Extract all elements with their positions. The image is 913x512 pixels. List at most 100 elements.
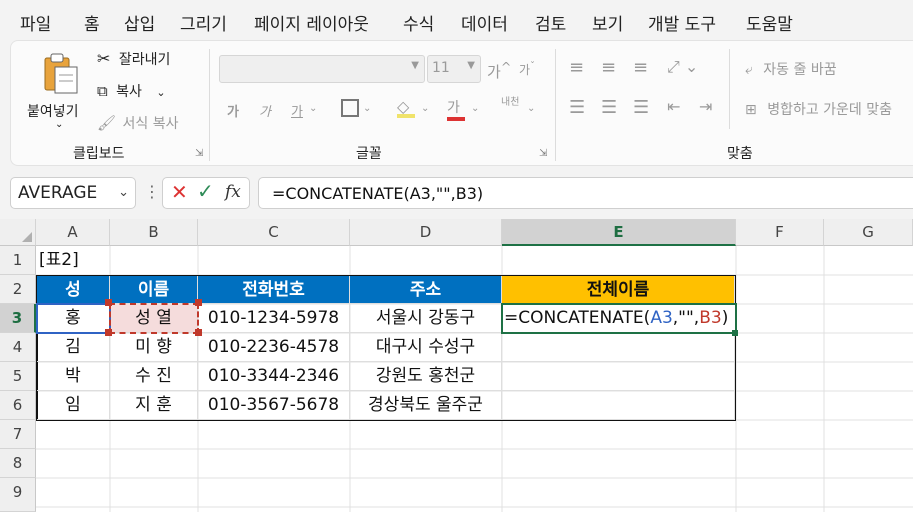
menu-help[interactable]: 도움말 xyxy=(746,10,793,35)
column-header-d[interactable]: D xyxy=(350,219,502,246)
cell-e5[interactable] xyxy=(502,362,735,391)
paste-button[interactable]: 붙여넣기 ⌄ xyxy=(25,49,93,133)
row-header-8[interactable]: 8 xyxy=(0,449,36,478)
font-launcher-icon[interactable]: ⇲ xyxy=(539,148,547,159)
name-box[interactable]: AVERAGE ⌄ xyxy=(10,177,136,209)
enter-check-icon[interactable]: ✓ xyxy=(197,179,214,203)
insert-function-icon[interactable]: fx xyxy=(225,182,241,202)
cell-b4[interactable]: 미 향 xyxy=(110,333,198,362)
wrap-text-button[interactable]: ⤶ 자동 줄 바꿈 xyxy=(745,59,837,79)
cell-d6[interactable]: 경상북도 울주군 xyxy=(350,391,502,420)
row-header-3[interactable]: 3 xyxy=(0,304,36,333)
header-cell-a2[interactable]: 성 xyxy=(37,276,110,304)
underline-button[interactable]: 가 xyxy=(291,101,303,120)
header-cell-b2[interactable]: 이름 xyxy=(110,276,198,304)
align-left-icon[interactable]: ☰ xyxy=(569,97,585,118)
active-cell-e3[interactable]: =CONCATENATE(A3,"",B3) xyxy=(501,303,737,334)
merge-center-button[interactable]: ⊞ 병합하고 가운데 맞춤 xyxy=(745,99,892,119)
column-header-b[interactable]: B xyxy=(110,219,198,246)
decrease-indent-icon[interactable]: ⇤ xyxy=(667,97,680,116)
font-color-dropdown-icon[interactable]: ⌄ xyxy=(471,103,479,114)
column-header-g[interactable]: G xyxy=(824,219,913,246)
copy-dropdown-icon[interactable]: ⌄ xyxy=(156,86,165,99)
font-name-combo[interactable]: ▼ xyxy=(219,55,425,83)
font-color-button[interactable]: 가 xyxy=(447,97,465,121)
menu-home[interactable]: 홈 xyxy=(82,10,102,43)
chevron-down-icon[interactable]: ⌄ xyxy=(118,185,129,200)
resize-handle[interactable] xyxy=(195,329,202,336)
fill-color-dropdown-icon[interactable]: ⌄ xyxy=(421,103,429,114)
cell-d5[interactable]: 강원도 홍천군 xyxy=(350,362,502,391)
menu-data[interactable]: 데이터 xyxy=(461,10,508,35)
orientation-icon[interactable]: ⤢ ⌄ xyxy=(667,57,698,77)
cell-b6[interactable]: 지 훈 xyxy=(110,391,198,420)
menu-view[interactable]: 보기 xyxy=(592,10,623,35)
cell-c5[interactable]: 010-3344-2346 xyxy=(198,362,350,391)
resize-handle[interactable] xyxy=(105,299,112,306)
align-top-icon[interactable]: ≡ xyxy=(569,57,584,78)
align-middle-icon[interactable]: ≡ xyxy=(601,57,616,78)
format-painter-button[interactable]: 🖌 서식 복사 xyxy=(97,113,178,133)
header-cell-e2[interactable]: 전체이름 xyxy=(502,276,735,304)
cell-a1[interactable]: [표2] xyxy=(36,246,110,275)
column-header-a[interactable]: A xyxy=(36,219,110,246)
borders-icon[interactable] xyxy=(341,99,359,117)
paste-dropdown-icon[interactable]: ⌄ xyxy=(55,119,63,130)
column-header-c[interactable]: C xyxy=(198,219,350,246)
bold-button[interactable]: 가 xyxy=(227,101,239,120)
menu-page-layout[interactable]: 페이지 레이아웃 xyxy=(254,10,369,35)
cell-a5[interactable]: 박 xyxy=(37,362,110,391)
more-options-icon[interactable]: ⋮ xyxy=(144,182,160,201)
phonetic-button[interactable]: 내천 xyxy=(501,97,521,108)
menu-insert[interactable]: 삽입 xyxy=(124,10,155,35)
cut-button[interactable]: ✂ 잘라내기 xyxy=(97,49,170,69)
row-header-7[interactable]: 7 xyxy=(0,420,36,449)
formula-input[interactable]: =CONCATENATE(A3,"",B3) xyxy=(258,177,913,209)
cell-a4[interactable]: 김 xyxy=(37,333,110,362)
cancel-icon[interactable]: ✕ xyxy=(171,180,188,204)
row-header-1[interactable]: 1 xyxy=(0,246,36,275)
cell-b5[interactable]: 수 진 xyxy=(110,362,198,391)
cell-c6[interactable]: 010-3567-5678 xyxy=(198,391,350,420)
cell-c3[interactable]: 010-1234-5978 xyxy=(198,304,350,333)
cell-e6[interactable] xyxy=(502,391,735,420)
cell-a6[interactable]: 임 xyxy=(37,391,110,420)
column-header-f[interactable]: F xyxy=(736,219,824,246)
column-header-e[interactable]: E xyxy=(502,219,736,246)
increase-indent-icon[interactable]: ⇥ xyxy=(699,97,712,116)
row-header-5[interactable]: 5 xyxy=(0,362,36,391)
worksheet-grid[interactable]: A B C D E F G 1 2 3 4 5 6 7 8 9 [표2] 성 이… xyxy=(0,219,913,512)
row-header-2[interactable]: 2 xyxy=(0,275,36,304)
fill-color-icon[interactable]: ◇ xyxy=(397,97,415,118)
underline-dropdown-icon[interactable]: ⌄ xyxy=(309,103,317,114)
copy-button[interactable]: ⧉ 복사 ⌄ xyxy=(97,81,166,101)
menu-draw[interactable]: 그리기 xyxy=(180,10,227,35)
clipboard-launcher-icon[interactable]: ⇲ xyxy=(195,148,203,159)
menu-formulas[interactable]: 수식 xyxy=(403,10,434,35)
header-cell-c2[interactable]: 전화번호 xyxy=(198,276,350,304)
cell-c4[interactable]: 010-2236-4578 xyxy=(198,333,350,362)
font-size-combo[interactable]: 11 ▼ xyxy=(427,55,481,83)
resize-handle[interactable] xyxy=(105,329,112,336)
menu-review[interactable]: 검토 xyxy=(535,10,566,35)
fill-handle[interactable] xyxy=(732,330,738,336)
shrink-font-button[interactable]: 가ˇ xyxy=(519,61,535,78)
reference-highlight-b3[interactable] xyxy=(109,303,199,334)
cell-d4[interactable]: 대구시 수성구 xyxy=(350,333,502,362)
menu-file[interactable]: 파일 xyxy=(20,10,51,35)
cell-e4[interactable] xyxy=(502,333,735,362)
italic-button[interactable]: 가 xyxy=(259,101,271,120)
align-center-icon[interactable]: ☰ xyxy=(601,97,617,118)
align-bottom-icon[interactable]: ≡ xyxy=(633,57,648,78)
align-right-icon[interactable]: ☰ xyxy=(633,97,649,118)
row-header-6[interactable]: 6 xyxy=(0,391,36,420)
phonetic-dropdown-icon[interactable]: ⌄ xyxy=(527,103,535,114)
select-all-corner[interactable] xyxy=(0,219,36,246)
cell-d3[interactable]: 서울시 강동구 xyxy=(350,304,502,333)
row-header-9[interactable]: 9 xyxy=(0,478,36,512)
borders-dropdown-icon[interactable]: ⌄ xyxy=(363,103,371,114)
row-header-4[interactable]: 4 xyxy=(0,333,36,362)
resize-handle[interactable] xyxy=(195,299,202,306)
header-cell-d2[interactable]: 주소 xyxy=(350,276,502,304)
grow-font-button[interactable]: 가^ xyxy=(487,59,511,82)
